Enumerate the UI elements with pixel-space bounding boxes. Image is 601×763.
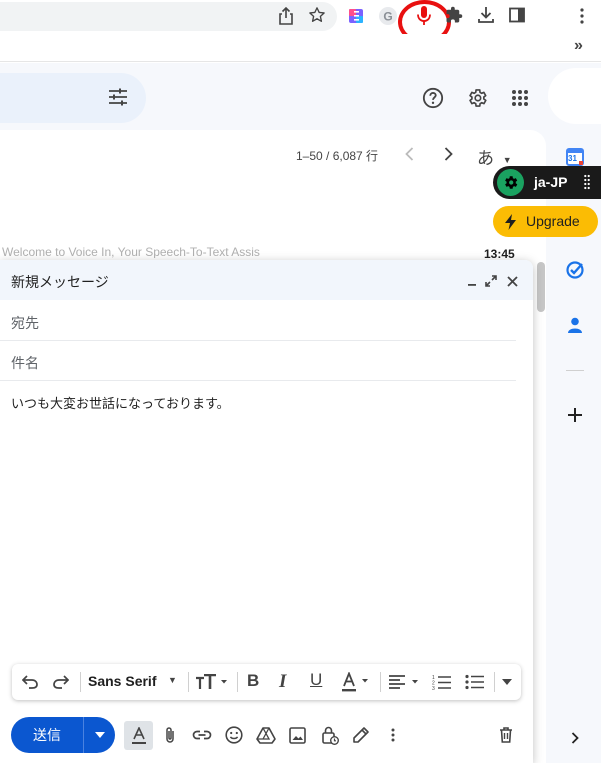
puzzle-icon[interactable] [444, 5, 464, 25]
text-size-icon[interactable] [195, 671, 229, 693]
svg-text:G: G [383, 10, 392, 24]
close-icon[interactable] [505, 274, 519, 288]
language-label: ja-JP [534, 174, 568, 190]
formatting-toolbar: Sans Serif ▼ B I U 123 [12, 664, 521, 700]
discard-icon[interactable] [497, 725, 515, 745]
svg-text:3: 3 [432, 686, 435, 690]
italic-icon[interactable]: I [279, 671, 286, 693]
microphone-icon[interactable] [413, 4, 435, 28]
to-field[interactable]: 宛先 [11, 313, 511, 333]
subject-field[interactable]: 件名 [11, 353, 511, 373]
to-field-underline [0, 340, 516, 341]
subject-field-underline [0, 380, 516, 381]
lightning-icon [503, 213, 517, 230]
send-split-divider [83, 717, 84, 753]
bold-icon[interactable]: B [247, 671, 259, 691]
add-icon[interactable] [565, 405, 585, 425]
align-icon[interactable] [388, 673, 422, 691]
redo-icon[interactable] [52, 673, 70, 691]
pagination-range: 1–50 / 6,087 行 [296, 149, 379, 163]
expand-icon[interactable] [567, 729, 583, 747]
compose-title: 新規メッセージ [11, 274, 109, 290]
more-formatting-icon[interactable] [500, 676, 514, 688]
account-area[interactable] [548, 68, 601, 124]
signature-icon[interactable] [351, 725, 371, 745]
chevron-down-icon: ▼ [168, 675, 177, 685]
photo-icon[interactable] [287, 725, 307, 745]
toolbar-divider [80, 672, 81, 692]
toolbar-divider [494, 672, 495, 692]
emoji-icon[interactable] [224, 725, 244, 745]
chevron-down-icon: ▼ [502, 154, 512, 165]
side-panel-divider [566, 370, 584, 371]
formatting-icon[interactable] [124, 721, 153, 750]
font-select-label: Sans Serif [88, 673, 157, 689]
calendar-day: 31 [568, 154, 577, 163]
download-icon[interactable] [476, 5, 496, 25]
extension-icon-1[interactable] [346, 6, 366, 26]
drag-handle-icon[interactable] [583, 173, 591, 191]
email-row-preview[interactable]: Welcome to Voice In, Your Speech-To-Text… [2, 246, 430, 258]
bulleted-list-icon[interactable] [464, 673, 486, 691]
apps-icon[interactable] [509, 87, 531, 109]
share-icon[interactable] [276, 6, 296, 26]
drive-icon[interactable] [255, 725, 277, 745]
star-icon[interactable] [307, 5, 327, 25]
confidential-icon[interactable] [319, 724, 341, 746]
text-color-icon[interactable] [342, 671, 374, 693]
older-page-icon[interactable] [440, 146, 456, 162]
numbered-list-icon[interactable]: 123 [431, 673, 453, 691]
email-row-time: 13:45 [484, 247, 515, 261]
side-panel-icon[interactable] [507, 5, 527, 25]
undo-icon[interactable] [21, 673, 39, 691]
voice-in-language-pill[interactable]: ja-JP [493, 166, 601, 199]
send-button-group: 送信 [11, 717, 115, 753]
send-button[interactable]: 送信 [11, 717, 83, 753]
settings-icon[interactable] [465, 86, 489, 110]
grammarly-icon[interactable]: G [377, 5, 399, 27]
newer-page-icon[interactable] [401, 146, 417, 162]
input-tools-label: あ [477, 149, 494, 168]
body-editor[interactable]: いつも大変お世話になっております。 [11, 393, 516, 412]
upgrade-label: Upgrade [526, 213, 580, 229]
toolbar-divider [188, 672, 189, 692]
bookmarks-bar [0, 34, 601, 62]
toolbar-divider [237, 672, 238, 692]
tasks-icon[interactable] [565, 260, 585, 280]
search-options-icon[interactable] [107, 86, 129, 108]
underline-icon[interactable]: U [310, 670, 322, 690]
more-options-icon[interactable] [386, 725, 400, 745]
menu-icon[interactable] [574, 6, 590, 26]
minimize-icon[interactable] [465, 274, 479, 288]
upgrade-button[interactable]: Upgrade [493, 206, 598, 237]
font-select[interactable]: Sans Serif ▼ [88, 673, 180, 689]
help-icon[interactable] [421, 86, 445, 110]
list-scrollbar[interactable] [537, 262, 545, 312]
schedule-send-dropdown[interactable] [85, 717, 115, 753]
bookmarks-overflow-button[interactable]: » [574, 37, 583, 55]
compose-window: 新規メッセージ 宛先 件名 いつも大変お世話になっております。 Sans Ser… [0, 260, 533, 763]
toolbar-divider [380, 672, 381, 692]
link-icon[interactable] [191, 725, 213, 745]
voice-in-gear-icon[interactable] [497, 169, 524, 196]
contacts-icon[interactable] [566, 315, 584, 335]
attach-icon[interactable] [160, 725, 180, 745]
fullscreen-icon[interactable] [484, 274, 498, 288]
